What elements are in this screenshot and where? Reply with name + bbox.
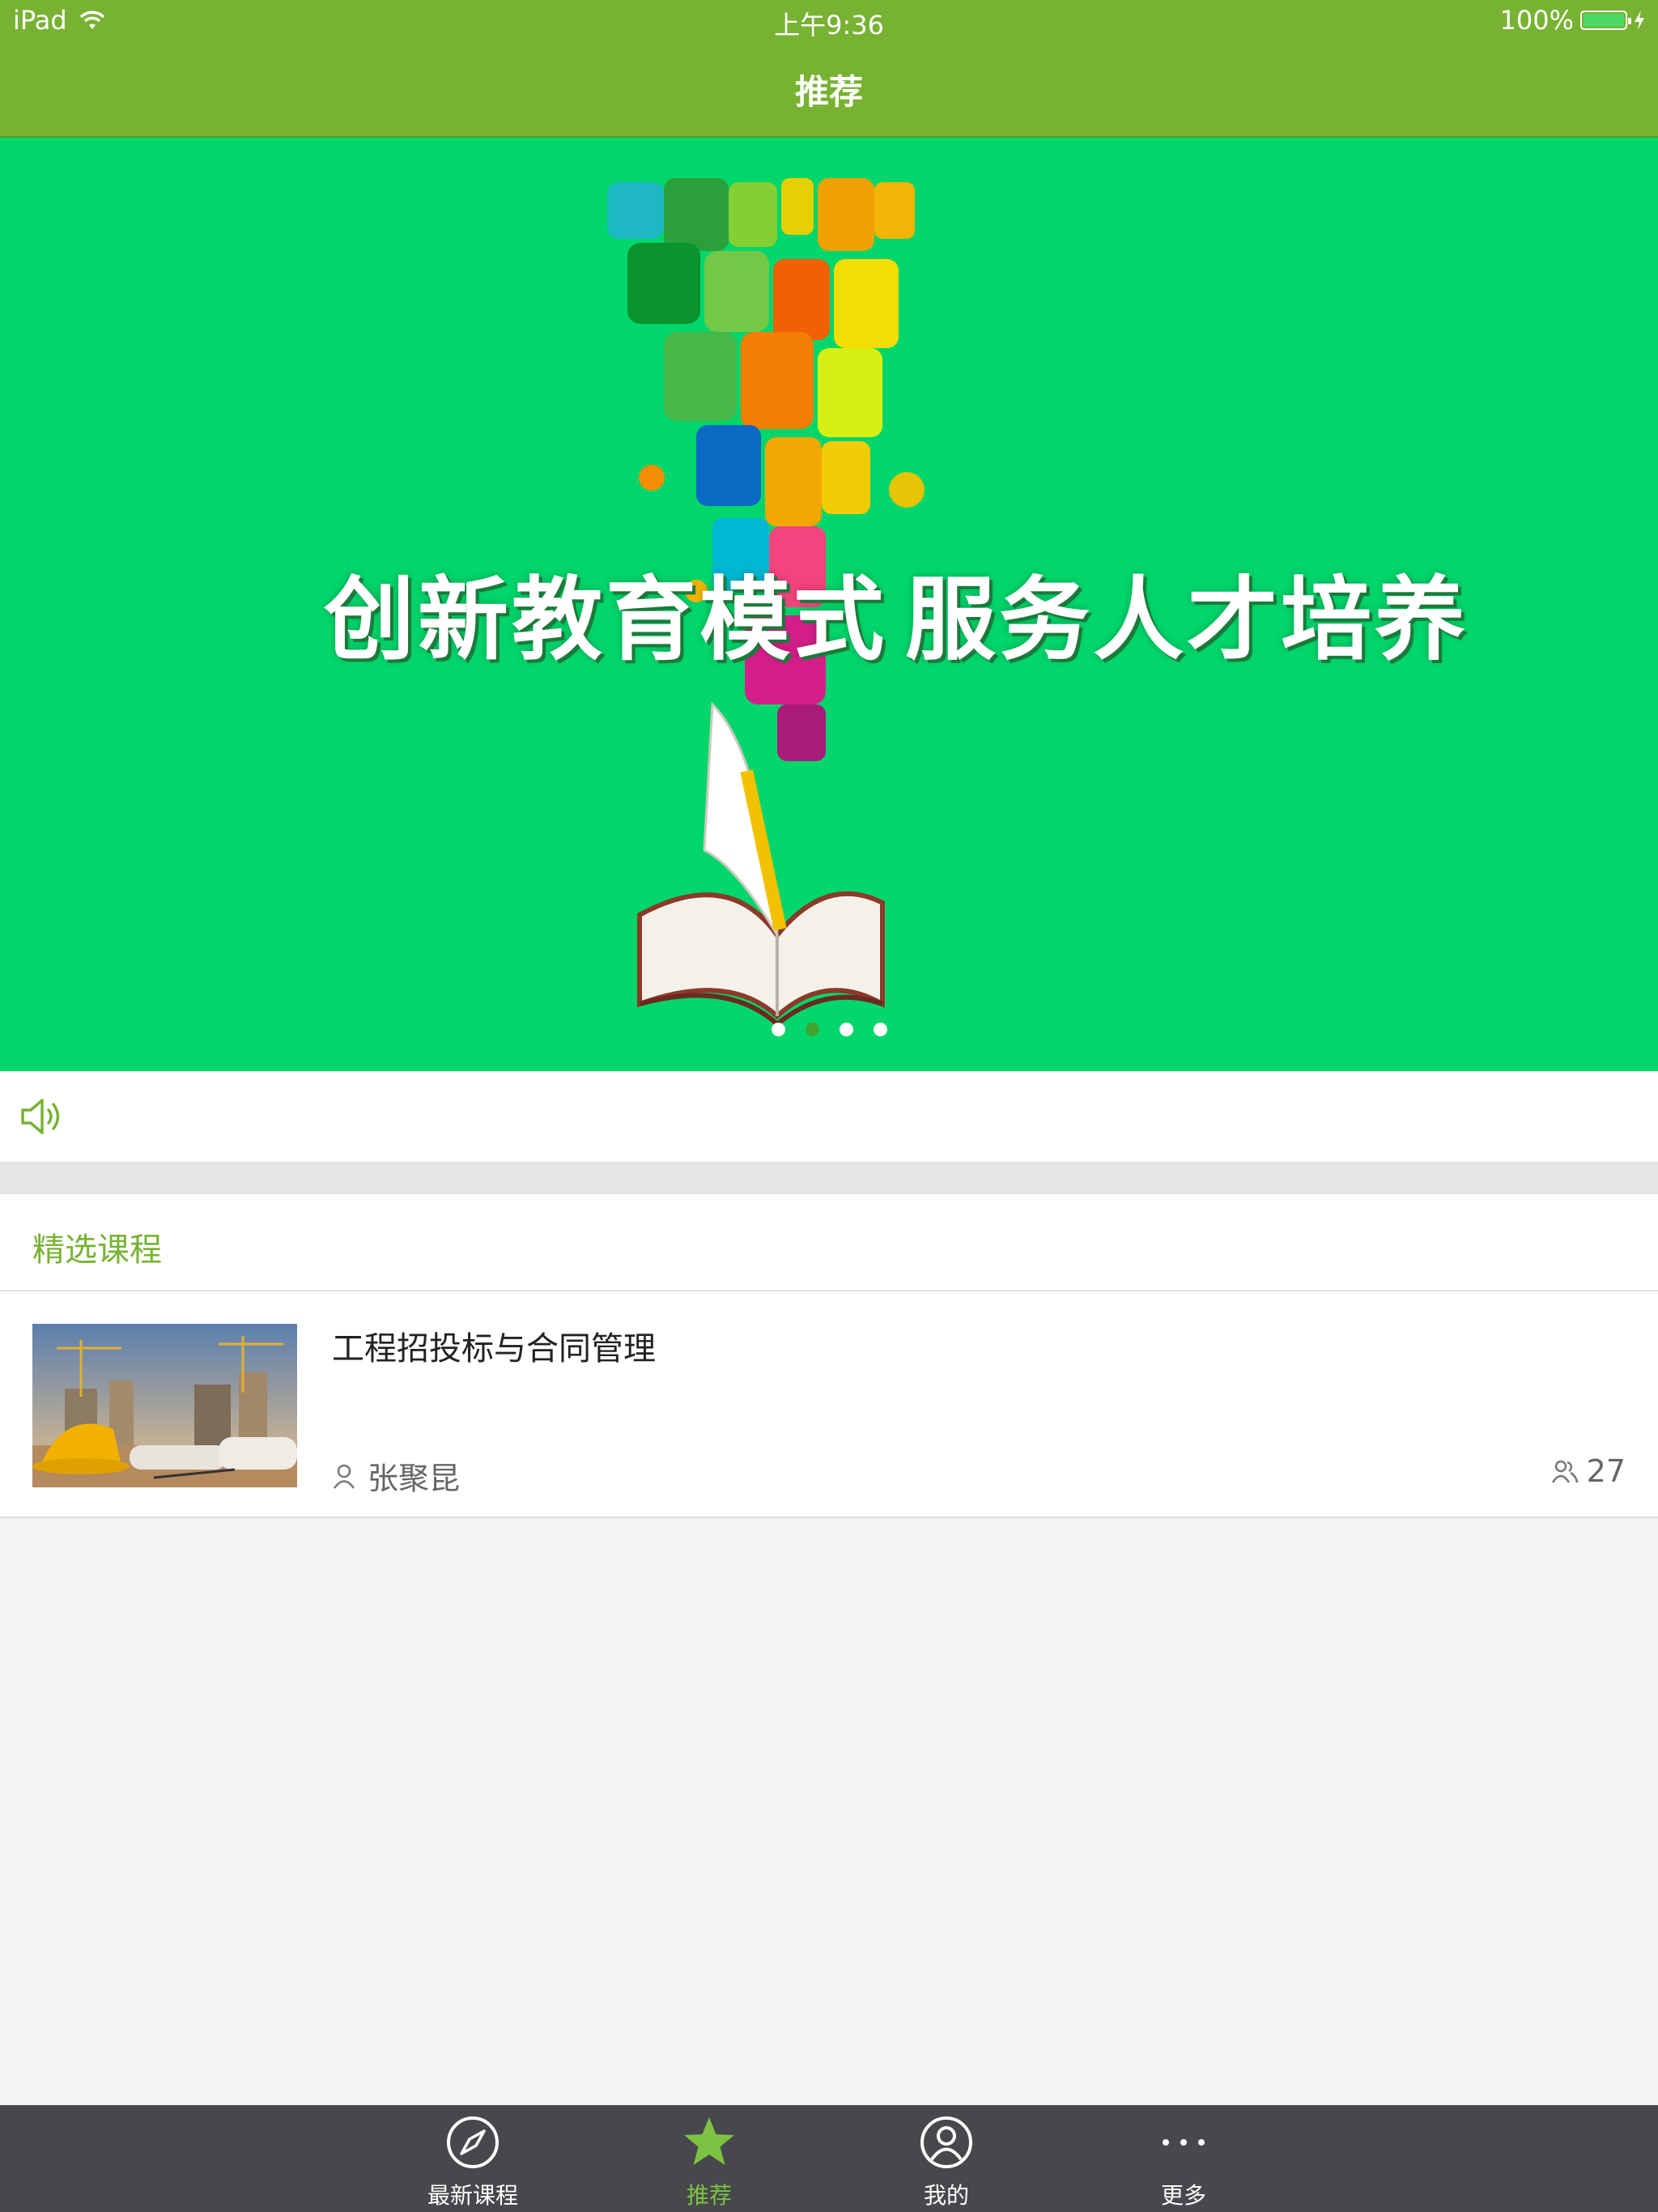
person-icon xyxy=(333,1464,355,1489)
featured-courses-header: 精选课程 xyxy=(0,1194,1658,1291)
tab-more[interactable]: 更多 xyxy=(1103,2105,1265,2212)
tab-latest-courses[interactable]: 最新课程 xyxy=(392,2105,554,2212)
tab-label: 我的 xyxy=(923,2182,969,2209)
tab-label: 推荐 xyxy=(686,2182,732,2209)
tab-mine[interactable]: 我的 xyxy=(865,2105,1027,2212)
banner-slogan-left: 创新教育模式 xyxy=(324,568,887,673)
carousel-dot[interactable] xyxy=(771,1023,785,1036)
speaker-icon xyxy=(21,1099,60,1134)
battery-icon xyxy=(1580,11,1631,30)
course-thumbnail xyxy=(32,1324,297,1487)
tab-bar: 最新课程 推荐 我的 更多 xyxy=(0,2105,1658,2212)
course-list-item[interactable]: 工程招投标与合同管理 张聚昆 27 xyxy=(0,1291,1658,1518)
count-value: 27 xyxy=(1586,1453,1626,1489)
page-title: 推荐 xyxy=(794,72,863,112)
battery-percent: 100% xyxy=(1499,5,1574,36)
compass-icon xyxy=(447,2116,499,2168)
status-right: 100% xyxy=(1500,5,1645,36)
people-icon xyxy=(1551,1460,1578,1483)
carousel-dots xyxy=(0,1023,1658,1036)
enrollment-count: 27 xyxy=(1551,1453,1626,1489)
star-icon xyxy=(684,2117,734,2165)
banner-slogan-right: 服务人才培养 xyxy=(905,568,1469,673)
banner-carousel[interactable]: 创新教育模式 服务人才培养 xyxy=(0,138,1658,1071)
header: iPad 上午9:36 100% 推荐 xyxy=(0,0,1658,138)
status-time: 上午9:36 xyxy=(774,10,884,40)
section-title: 精选课程 xyxy=(32,1231,162,1269)
carousel-dot[interactable] xyxy=(839,1023,853,1036)
tab-label: 更多 xyxy=(1160,2182,1206,2209)
course-author: 张聚昆 xyxy=(332,1453,460,1498)
more-icon xyxy=(1163,2139,1205,2146)
author-name: 张聚昆 xyxy=(368,1461,461,1496)
tab-recommend[interactable]: 推荐 xyxy=(628,2105,790,2212)
carousel-dot[interactable] xyxy=(805,1023,819,1036)
course-title: 工程招投标与合同管理 xyxy=(332,1330,656,1368)
section-divider xyxy=(0,1162,1658,1194)
book-illustration xyxy=(637,701,885,1027)
user-icon xyxy=(920,2116,972,2168)
tab-label: 最新课程 xyxy=(427,2182,518,2209)
announcement-bar[interactable] xyxy=(0,1071,1658,1162)
carousel-dot[interactable] xyxy=(873,1023,887,1036)
charging-icon xyxy=(1635,11,1644,30)
